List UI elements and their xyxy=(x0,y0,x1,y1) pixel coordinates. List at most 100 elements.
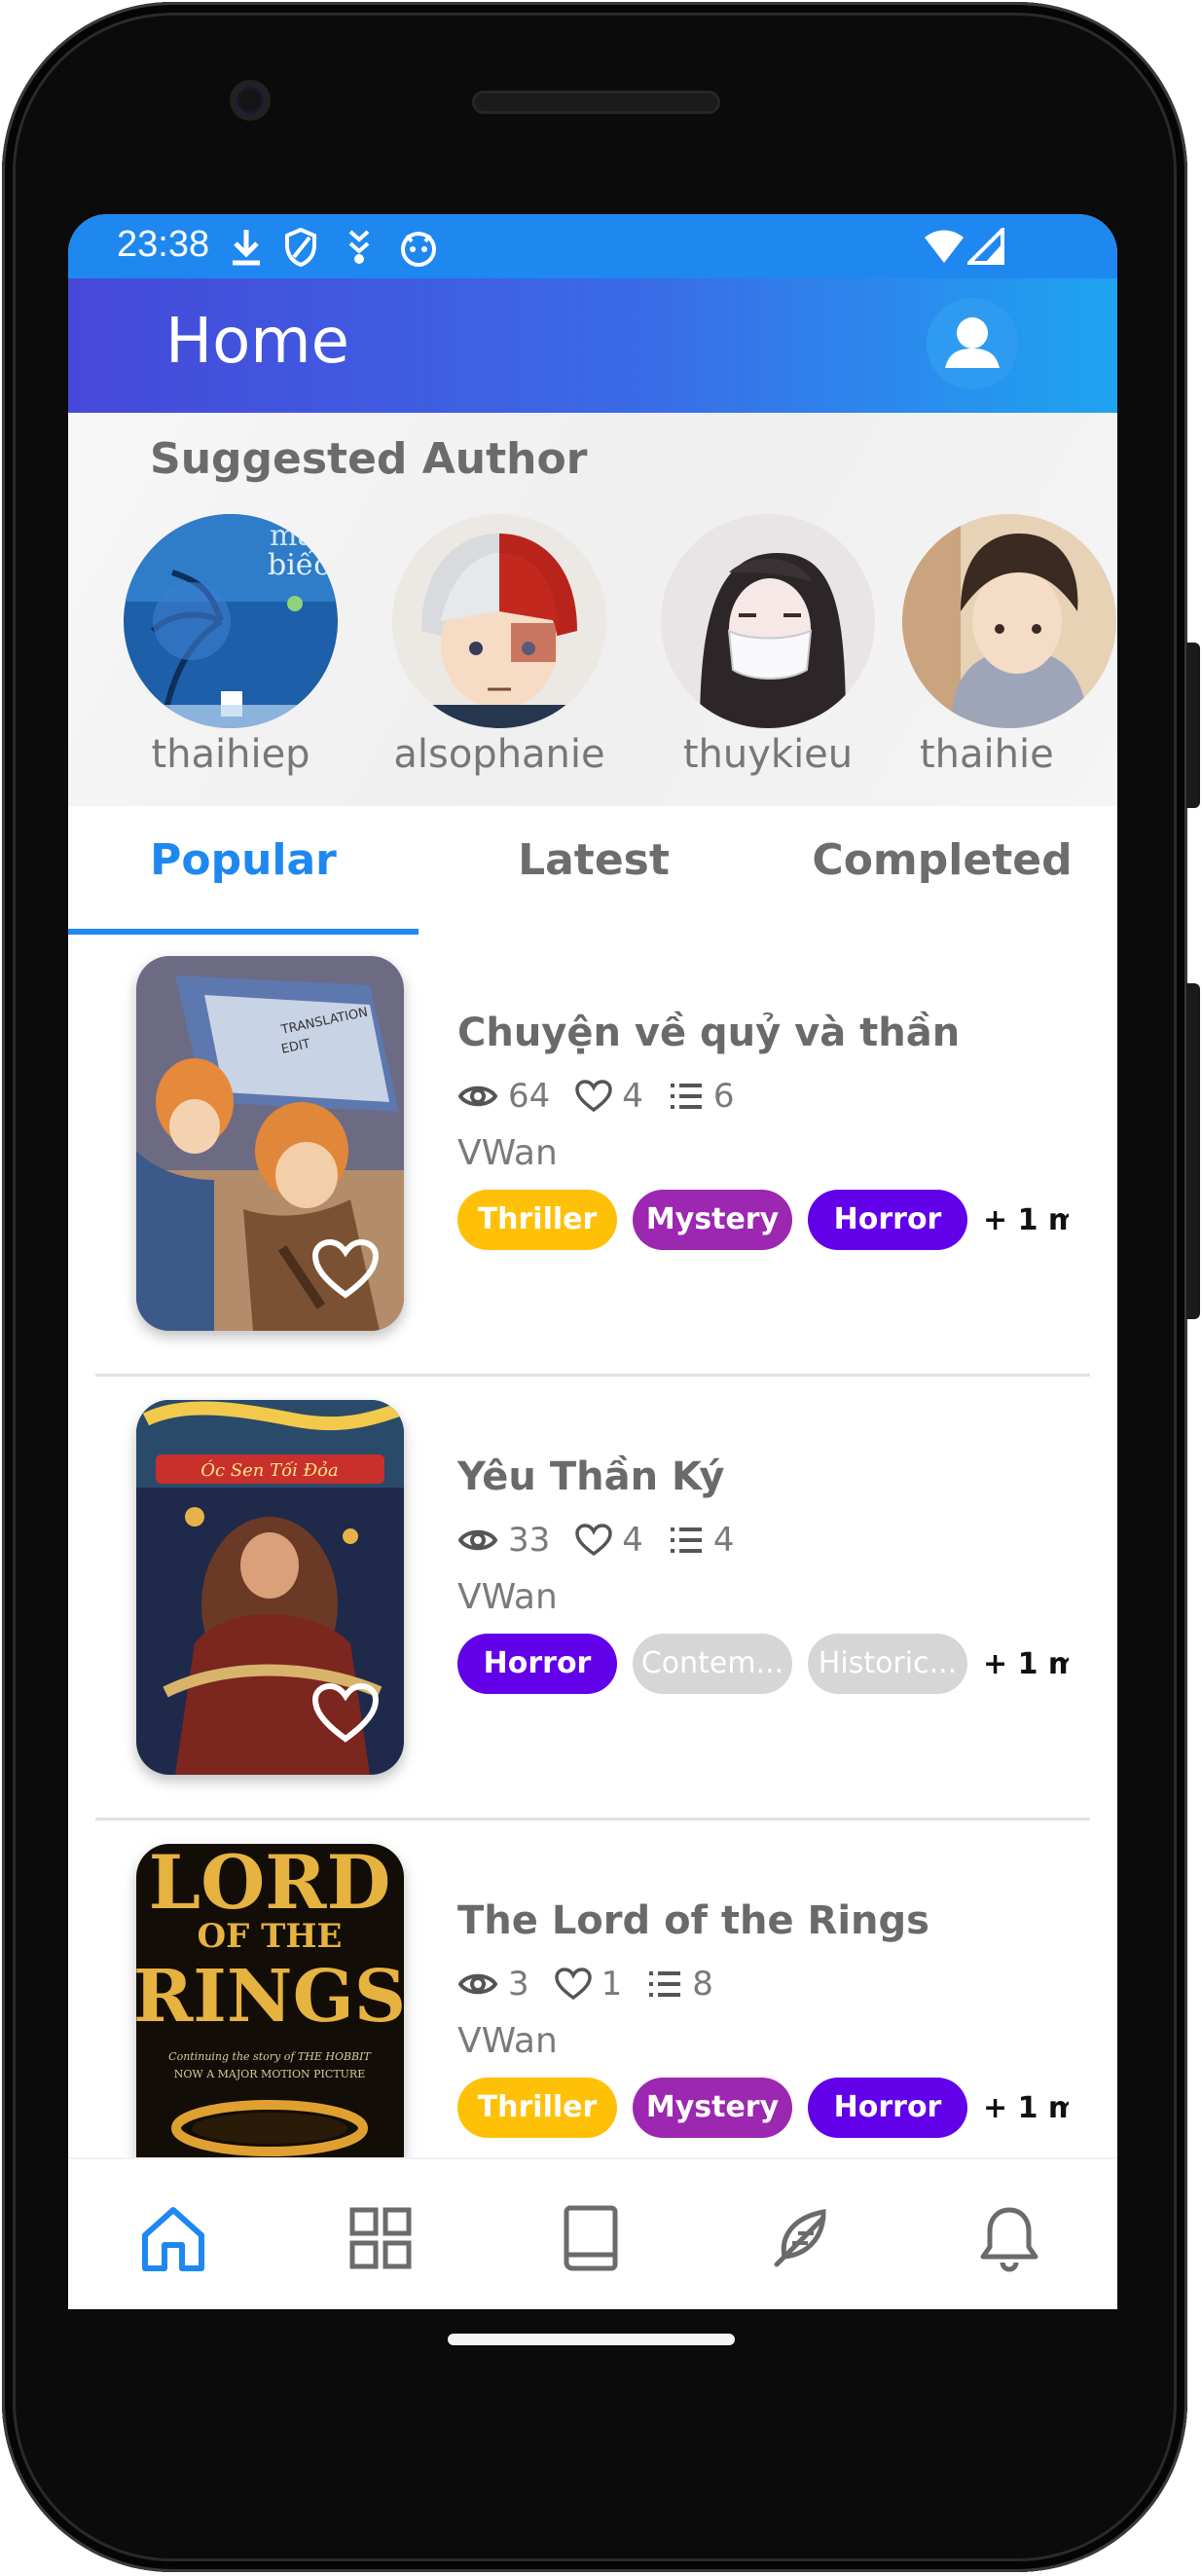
book-cover[interactable]: TRANSLATION EDIT xyxy=(136,956,404,1331)
heart-outline-icon xyxy=(554,1968,592,2001)
status-bar: 23:38 xyxy=(68,214,1117,278)
phone-frame: 23:38 Home Suggested Author mắt biếc tha… xyxy=(0,0,1202,2576)
cover-text: LORD xyxy=(149,1844,391,1926)
heart-outline-icon xyxy=(575,1524,613,1557)
tag-chip[interactable]: Horror xyxy=(457,1634,617,1694)
app-screen: 23:38 Home Suggested Author mắt biếc tha… xyxy=(68,214,1117,2309)
author-item[interactable]: thaihie xyxy=(902,514,1117,777)
earpiece-speaker xyxy=(472,91,720,114)
book-title[interactable]: The Lord of the Rings xyxy=(457,1898,929,1943)
tab-completed[interactable]: Completed xyxy=(767,835,1117,885)
book-title[interactable]: Yêu Thần Ký xyxy=(457,1454,725,1499)
tab-latest[interactable]: Latest xyxy=(419,835,769,885)
nav-library[interactable] xyxy=(557,2204,625,2272)
author-item[interactable]: alsophanie xyxy=(365,514,634,777)
book-stats: 64 4 6 xyxy=(457,1077,760,1116)
eye-icon xyxy=(457,1973,498,1995)
book-icon xyxy=(564,2205,618,2271)
avatar: mắt biếc xyxy=(124,514,338,728)
book-author[interactable]: VWan xyxy=(457,1133,558,1173)
download-icon xyxy=(233,230,260,266)
author-name: thaihie xyxy=(920,732,1054,777)
bottom-navigation xyxy=(68,2157,1117,2309)
likes-count: 4 xyxy=(622,1521,643,1560)
cover-text: OF THE xyxy=(198,1917,343,1956)
bell-icon xyxy=(980,2207,1038,2272)
views-count: 3 xyxy=(508,1965,529,2004)
more-tags[interactable]: + 1 mo xyxy=(983,1647,1069,1681)
likes-count: 4 xyxy=(622,1077,643,1116)
eye-icon xyxy=(457,1086,498,1107)
book-cover[interactable]: Óc Sen Tối Đỏa xyxy=(136,1400,404,1775)
chapters-count: 8 xyxy=(692,1965,713,2004)
author-name: thaihiep xyxy=(151,732,310,777)
chapters-count: 4 xyxy=(712,1521,735,1560)
author-name: thuykieu xyxy=(682,732,854,777)
status-time: 23:38 xyxy=(117,224,210,265)
nav-write[interactable] xyxy=(767,2204,835,2272)
list-item[interactable]: Óc Sen Tối Đỏa Yêu Thần Ký 33 4 4 VWan H… xyxy=(68,1377,1117,1821)
more-tags[interactable]: + 1 mo xyxy=(983,1203,1069,1237)
front-camera xyxy=(236,86,265,115)
grid-icon xyxy=(349,2207,412,2269)
tag-chip[interactable]: Horror xyxy=(808,1190,967,1250)
section-heading: Suggested Author xyxy=(150,434,588,484)
nav-notifications[interactable] xyxy=(975,2204,1043,2272)
vpn-icon xyxy=(348,230,370,264)
eye-icon xyxy=(457,1529,498,1551)
author-name: alsophanie xyxy=(393,732,605,777)
tag-chip[interactable]: Thriller xyxy=(457,2078,617,2138)
tag-list: Horror Contem... Historic... + 1 mo xyxy=(457,1633,1069,1695)
chapters-icon xyxy=(649,1971,681,1997)
tag-chip[interactable]: Contem... xyxy=(633,1634,792,1694)
book-title[interactable]: Chuyện về quỷ và thần xyxy=(457,1011,960,1055)
list-item[interactable]: TRANSLATION EDIT Chuyện về quỷ và thần 6… xyxy=(68,933,1117,1377)
app-notification-icon xyxy=(401,232,436,267)
suggested-authors-section: Suggested Author mắt biếc thaihiep alsop… xyxy=(68,413,1117,806)
chapters-icon xyxy=(670,1527,702,1553)
chapters-count: 6 xyxy=(712,1077,735,1116)
home-icon xyxy=(142,2207,204,2271)
nav-categories[interactable] xyxy=(346,2204,415,2272)
heart-icon[interactable] xyxy=(311,1682,380,1745)
cover-text: Continuing the story of THE HOBBIT xyxy=(168,2050,372,2063)
tag-chip[interactable]: Mystery xyxy=(633,1190,792,1250)
chapters-icon xyxy=(670,1084,702,1109)
views-count: 64 xyxy=(508,1077,551,1116)
svg-text:biếc: biếc xyxy=(268,548,330,582)
nav-home[interactable] xyxy=(139,2204,207,2272)
tag-chip[interactable]: Mystery xyxy=(633,2078,792,2138)
tag-chip[interactable]: Thriller xyxy=(457,1190,617,1250)
page-title: Home xyxy=(165,306,349,378)
profile-button[interactable] xyxy=(927,298,1018,389)
book-stats: 3 1 8 xyxy=(457,1965,739,2004)
tag-chip[interactable]: Horror xyxy=(808,2078,967,2138)
volume-button xyxy=(1186,983,1200,1319)
cover-text: RINGS xyxy=(136,1955,404,2039)
heart-icon[interactable] xyxy=(311,1238,380,1301)
author-item[interactable]: thuykieu xyxy=(634,514,902,777)
likes-count: 1 xyxy=(601,1965,623,2004)
book-author[interactable]: VWan xyxy=(457,2021,558,2061)
feather-icon xyxy=(774,2208,826,2267)
more-tags[interactable]: + 1 mo xyxy=(983,2091,1069,2125)
user-icon xyxy=(945,317,1000,368)
tag-list: Thriller Mystery Horror + 1 mo xyxy=(457,1189,1069,1251)
signal-icon xyxy=(967,228,1004,265)
app-bar: Home xyxy=(68,278,1117,413)
book-author[interactable]: VWan xyxy=(457,1577,558,1617)
wifi-icon xyxy=(925,230,964,263)
author-item[interactable]: mắt biếc thaihiep xyxy=(96,514,365,777)
power-button xyxy=(1186,643,1200,808)
gesture-bar[interactable] xyxy=(448,2334,735,2345)
avatar xyxy=(661,514,875,728)
book-stats: 33 4 4 xyxy=(457,1521,760,1560)
tab-popular[interactable]: Popular xyxy=(68,835,419,885)
avatar xyxy=(902,514,1116,728)
tag-list: Thriller Mystery Horror + 1 mo xyxy=(457,2077,1069,2139)
avatar xyxy=(392,514,606,728)
cover-subtitle: Óc Sen Tối Đỏa xyxy=(200,1458,338,1481)
views-count: 33 xyxy=(508,1521,551,1560)
tag-chip[interactable]: Historic... xyxy=(808,1634,967,1694)
shield-icon xyxy=(285,228,316,267)
